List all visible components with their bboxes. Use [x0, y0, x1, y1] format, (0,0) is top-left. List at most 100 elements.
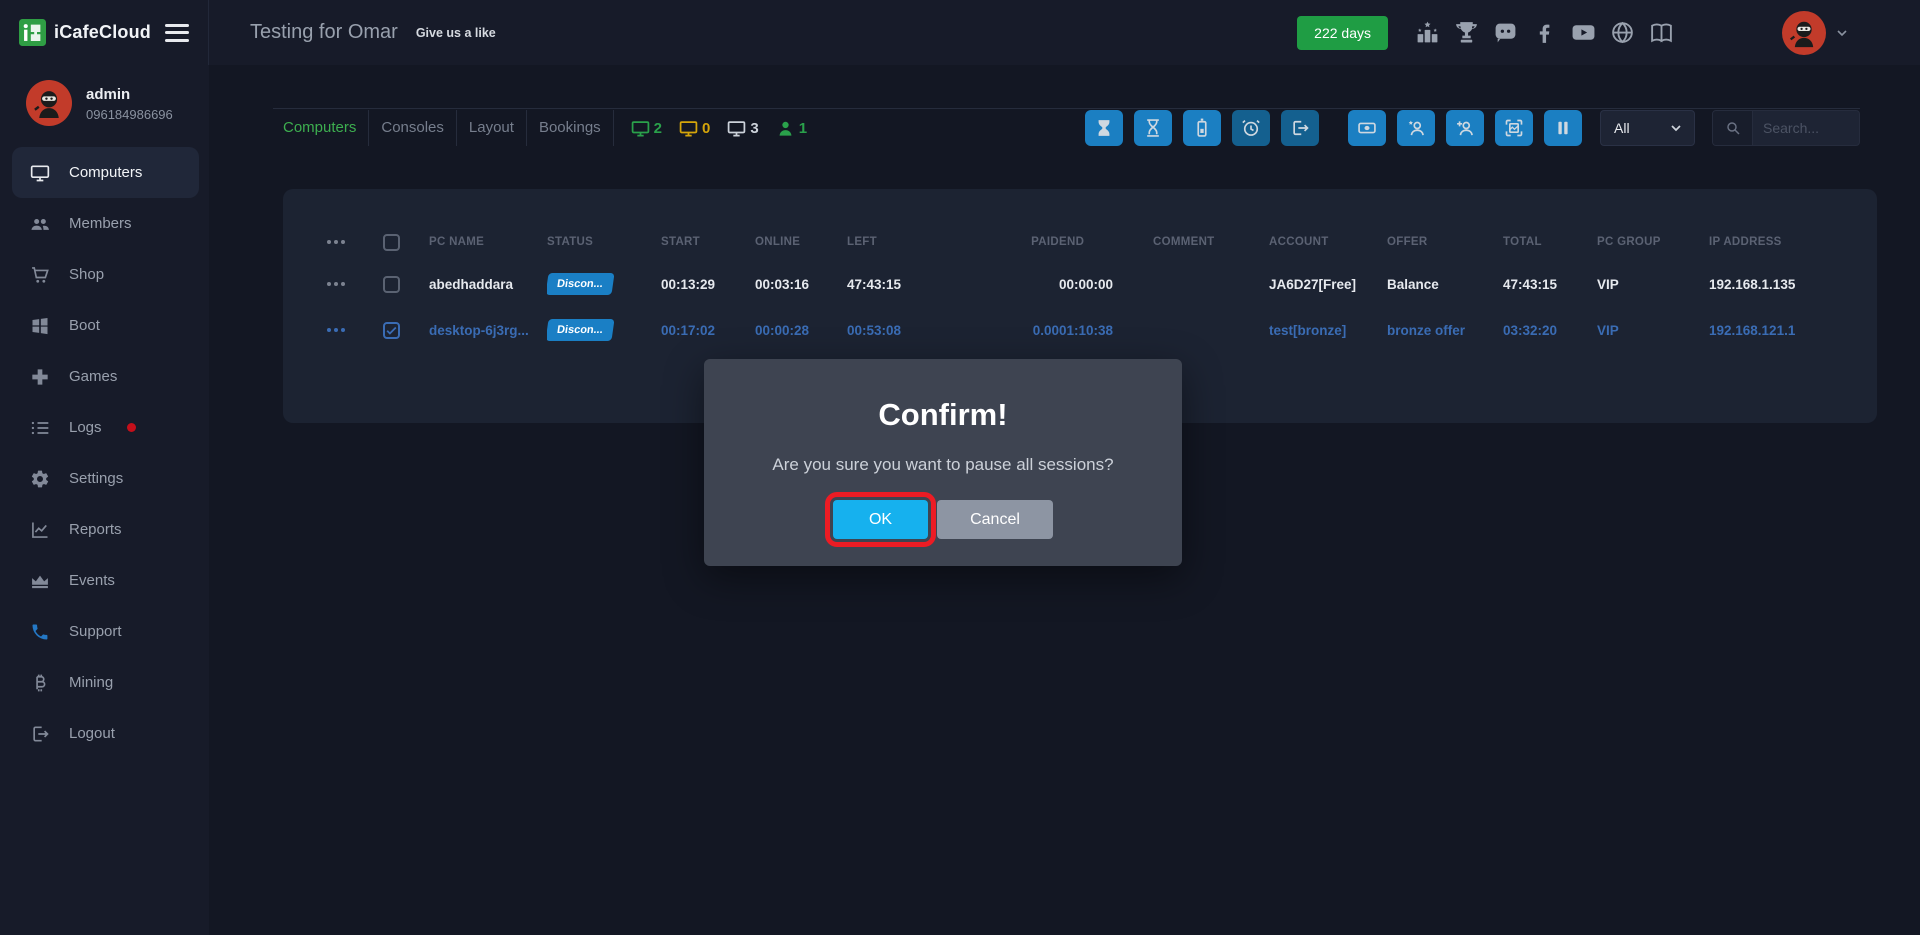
col-comment[interactable]: COMMENT: [1153, 236, 1269, 248]
sidebar-item-logs[interactable]: Logs: [0, 402, 209, 453]
sidebar-item-members[interactable]: Members: [0, 198, 209, 249]
row-checkbox[interactable]: [383, 276, 400, 293]
col-pc-group[interactable]: PC GROUP: [1597, 236, 1709, 248]
cart-icon: [30, 265, 50, 285]
col-end[interactable]: END: [1059, 236, 1153, 248]
alarm-icon[interactable]: [1232, 110, 1270, 146]
computer-row[interactable]: desktop-6j3rg... Discon... 00:17:02 00:0…: [307, 307, 1853, 353]
header-menu-icon[interactable]: [307, 240, 383, 244]
col-paid[interactable]: PAID: [1031, 236, 1059, 248]
monitor-icon: [727, 119, 746, 138]
members-icon: [30, 214, 50, 234]
top-header: iCafeCloud Testing for Omar Give us a li…: [0, 0, 1920, 65]
guide-icon[interactable]: [1649, 20, 1674, 45]
give-us-a-like-link[interactable]: Give us a like: [416, 26, 496, 40]
battery-icon[interactable]: [1183, 110, 1221, 146]
cell-account: test[bronze]: [1269, 323, 1387, 338]
subscription-days-badge[interactable]: 222 days: [1297, 16, 1388, 50]
counter-members: 1: [776, 119, 807, 138]
dialog-buttons: OK Cancel: [704, 500, 1182, 539]
sidebar-item-events[interactable]: Events: [0, 555, 209, 606]
cancel-button[interactable]: Cancel: [937, 500, 1053, 539]
trophy-icon[interactable]: [1454, 20, 1479, 45]
cell-start: 00:17:02: [661, 323, 755, 338]
table-header-row: PC NAME STATUS START ONLINE LEFT PAID EN…: [307, 223, 1853, 261]
search-input[interactable]: [1753, 111, 1859, 145]
sidebar-item-label: Members: [69, 215, 132, 232]
cell-pc-group: VIP: [1597, 277, 1709, 292]
hourglass-filled-icon[interactable]: [1085, 110, 1123, 146]
header-icon-links: [1415, 20, 1674, 45]
cafe-title: Testing for Omar: [250, 21, 398, 44]
pause-icon[interactable]: [1544, 110, 1582, 146]
counter-value: 3: [750, 120, 758, 137]
globe-icon[interactable]: [1610, 20, 1635, 45]
sidebar-item-boot[interactable]: Boot: [0, 300, 209, 351]
discord-icon[interactable]: [1493, 20, 1518, 45]
cell-total: 03:32:20: [1503, 323, 1597, 338]
sidebar-nav: Computers Members Shop Boot Games Logs S…: [0, 147, 209, 759]
sidebar-item-mining[interactable]: Mining: [0, 657, 209, 708]
sidebar-toggle-button[interactable]: [165, 24, 189, 42]
sidebar-item-label: Reports: [69, 521, 122, 538]
sidebar-item-reports[interactable]: Reports: [0, 504, 209, 555]
row-checkbox[interactable]: [383, 322, 400, 339]
select-all-checkbox[interactable]: [383, 234, 400, 251]
monitor-icon: [631, 119, 650, 138]
counter-busy: 0: [679, 119, 710, 138]
col-ip-address[interactable]: IP ADDRESS: [1709, 236, 1853, 248]
screenshot-icon[interactable]: [1495, 110, 1533, 146]
sidebar-item-label: Boot: [69, 317, 100, 334]
sidebar-user-block[interactable]: admin 096184986696: [0, 65, 209, 126]
row-menu-icon[interactable]: [307, 282, 383, 286]
sidebar-item-games[interactable]: Games: [0, 351, 209, 402]
sidebar-item-settings[interactable]: Settings: [0, 453, 209, 504]
col-account[interactable]: ACCOUNT: [1269, 236, 1387, 248]
toolbar: Computers Consoles Layout Bookings 2 0 3…: [273, 108, 1860, 146]
cell-total: 47:43:15: [1503, 277, 1597, 292]
computer-row[interactable]: abedhaddara Discon... 00:13:29 00:03:16 …: [307, 261, 1853, 307]
cell-start: 00:13:29: [661, 277, 755, 292]
cash-icon[interactable]: [1348, 110, 1386, 146]
ok-button[interactable]: OK: [833, 500, 928, 539]
sign-out-icon[interactable]: [1281, 110, 1319, 146]
rank-icon[interactable]: [1415, 20, 1440, 45]
cell-paid: 0.00: [1033, 323, 1059, 338]
member-add-icon[interactable]: [1446, 110, 1484, 146]
status-badge: Discon...: [547, 273, 614, 295]
col-start[interactable]: START: [661, 236, 755, 248]
chart-icon: [30, 520, 50, 540]
sidebar-item-shop[interactable]: Shop: [0, 249, 209, 300]
col-total[interactable]: TOTAL: [1503, 236, 1597, 248]
cell-ip-address: 192.168.1.135: [1709, 277, 1853, 292]
status-counters: 2 0 3 1: [631, 119, 807, 138]
app-logo: iCafeCloud: [19, 19, 151, 46]
col-offer[interactable]: OFFER: [1387, 236, 1503, 248]
col-pc-name[interactable]: PC NAME: [429, 236, 547, 248]
cell-end: 01:10:38: [1059, 323, 1153, 338]
dialog-message: Are you sure you want to pause all sessi…: [704, 455, 1182, 475]
account-menu[interactable]: [1782, 11, 1850, 55]
tab-layout[interactable]: Layout: [457, 110, 527, 146]
col-online[interactable]: ONLINE: [755, 236, 847, 248]
cell-offer: Balance: [1387, 277, 1503, 292]
tab-consoles[interactable]: Consoles: [369, 110, 457, 146]
row-menu-icon[interactable]: [307, 328, 383, 332]
sidebar-item-label: Settings: [69, 470, 123, 487]
sidebar-item-computers[interactable]: Computers: [12, 147, 199, 198]
sidebar-item-support[interactable]: Support: [0, 606, 209, 657]
col-status[interactable]: STATUS: [547, 236, 661, 248]
sidebar-item-label: Shop: [69, 266, 104, 283]
sidebar-item-logout[interactable]: Logout: [0, 708, 209, 759]
facebook-icon[interactable]: [1532, 20, 1557, 45]
youtube-icon[interactable]: [1571, 20, 1596, 45]
pc-group-filter-select[interactable]: All: [1600, 110, 1695, 146]
tab-bookings[interactable]: Bookings: [527, 110, 614, 146]
member-star-icon[interactable]: [1397, 110, 1435, 146]
col-left[interactable]: LEFT: [847, 236, 1017, 248]
hourglass-icon[interactable]: [1134, 110, 1172, 146]
phone-icon: [30, 622, 50, 642]
tab-computers[interactable]: Computers: [273, 110, 369, 146]
cell-account: JA6D27[Free]: [1269, 277, 1387, 292]
sidebar-item-label: Computers: [69, 164, 142, 181]
